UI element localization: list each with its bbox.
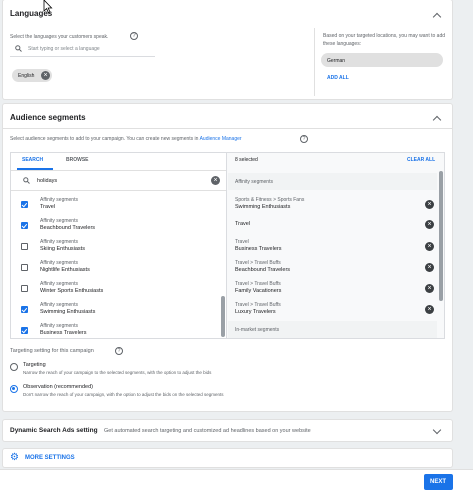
more-settings-card[interactable]: ⚙ MORE SETTINGS xyxy=(3,449,452,467)
result-category: Affinity segments xyxy=(40,239,78,245)
remove-segment-icon[interactable]: × xyxy=(425,263,434,272)
result-checkbox[interactable] xyxy=(21,306,28,313)
result-name: Travel xyxy=(40,204,56,210)
gear-icon: ⚙ xyxy=(10,452,19,463)
segment-search-input[interactable]: holidays xyxy=(37,178,57,184)
result-category: Affinity segments xyxy=(40,302,78,308)
result-checkbox[interactable] xyxy=(21,285,28,292)
result-checkbox[interactable] xyxy=(21,222,28,229)
suggestion-hint: Based on your targeted locations, you ma… xyxy=(323,33,446,47)
selected-name: Travel xyxy=(235,221,251,227)
result-name: Business Travelers xyxy=(40,330,87,336)
targeting-label: Targeting setting for this campaign xyxy=(10,348,94,354)
help-icon[interactable]: ? xyxy=(300,135,308,143)
result-checkbox[interactable] xyxy=(21,201,28,208)
chip-remove-icon[interactable]: × xyxy=(41,71,50,80)
result-name: Beachbound Travelers xyxy=(40,225,96,231)
add-all-button[interactable]: ADD ALL xyxy=(327,75,349,81)
selected-path: Travel > Travel Buffs xyxy=(235,281,281,287)
selected-name: Luxury Travelers xyxy=(235,309,276,315)
language-search-input[interactable]: Start typing or select a language xyxy=(28,46,100,52)
audience-prompt: Select audience segments to add to your … xyxy=(10,136,242,142)
selected-count: 8 selected xyxy=(235,157,258,163)
selected-group-label: Affinity segments xyxy=(235,179,273,185)
tabs-divider xyxy=(11,170,226,171)
selected-path: Travel xyxy=(235,239,249,245)
search-divider xyxy=(11,190,226,191)
selected-name: Beachbound Travelers xyxy=(235,267,291,273)
result-scrollbar[interactable] xyxy=(221,296,225,337)
remove-segment-icon[interactable]: × xyxy=(425,220,434,229)
help-icon[interactable]: ? xyxy=(130,32,138,40)
more-settings-button[interactable]: MORE SETTINGS xyxy=(25,455,75,461)
result-checkbox[interactable] xyxy=(21,264,28,271)
clear-search-icon[interactable]: × xyxy=(211,176,220,185)
selected-name: Family Vacationers xyxy=(235,288,282,294)
footer-bar xyxy=(0,469,473,498)
languages-card: Languages Select the languages your cust… xyxy=(3,0,452,99)
languages-prompt: Select the languages your customers spea… xyxy=(10,34,109,40)
selected-group-label: In-market segments xyxy=(235,327,280,333)
dsa-card[interactable]: Dynamic Search Ads setting Get automated… xyxy=(3,420,452,441)
remove-segment-icon[interactable]: × xyxy=(425,242,434,251)
tab-browse[interactable]: BROWSE xyxy=(66,157,89,163)
audience-title: Audience segments xyxy=(10,113,86,122)
remove-segment-icon[interactable]: × xyxy=(425,305,434,314)
tab-search[interactable]: SEARCH xyxy=(22,157,43,163)
result-name: Swimming Enthusiasts xyxy=(40,309,96,315)
observation-radio[interactable] xyxy=(10,385,18,393)
help-icon[interactable]: ? xyxy=(115,347,123,355)
remove-segment-icon[interactable]: × xyxy=(425,200,434,209)
clear-all-button[interactable]: CLEAR ALL xyxy=(407,157,435,163)
collapse-chevron-icon[interactable] xyxy=(432,115,442,125)
language-chip-label: English xyxy=(18,73,35,79)
suggested-language-label: German xyxy=(327,58,346,64)
result-category: Affinity segments xyxy=(40,218,78,224)
collapse-chevron-icon[interactable] xyxy=(432,12,442,22)
result-category: Affinity segments xyxy=(40,260,78,266)
observation-option-title: Observation (recommended) xyxy=(23,384,94,390)
observation-option-desc: Don't narrow the reach of your campaign,… xyxy=(23,392,224,397)
mouse-cursor-icon xyxy=(43,0,53,14)
result-name: Nightlife Enthusiasts xyxy=(40,267,90,273)
audience-segments-card: Audience segments Select audience segmen… xyxy=(3,104,452,411)
result-category: Affinity segments xyxy=(40,281,78,287)
selected-path: Travel > Travel Buffs xyxy=(235,302,281,308)
selected-name: Swimming Enthusiasts xyxy=(235,204,291,210)
dsa-title: Dynamic Search Ads setting xyxy=(10,427,98,434)
divider xyxy=(314,28,315,96)
search-icon xyxy=(15,45,22,52)
targeting-radio[interactable] xyxy=(10,363,18,371)
search-icon xyxy=(23,177,30,184)
remove-segment-icon[interactable]: × xyxy=(425,284,434,293)
result-name: Winter Sports Enthusiasts xyxy=(40,288,104,294)
targeting-option-title: Targeting xyxy=(23,362,46,368)
result-category: Affinity segments xyxy=(40,323,78,329)
result-checkbox[interactable] xyxy=(21,327,28,334)
result-category: Affinity segments xyxy=(40,197,78,203)
selected-name: Business Travelers xyxy=(235,246,282,252)
search-underline xyxy=(10,56,155,57)
next-button-label: NEXT xyxy=(430,479,447,485)
selected-scrollbar[interactable] xyxy=(439,171,443,301)
targeting-option-desc: Narrow the reach of your campaign to the… xyxy=(23,370,212,375)
selected-path: Travel > Travel Buffs xyxy=(235,260,281,266)
audience-manager-link[interactable]: Audience Manager xyxy=(200,136,242,142)
audience-prompt-text: Select audience segments to add to your … xyxy=(10,136,199,142)
header-divider xyxy=(3,128,452,129)
selected-path: Sports & Fitness > Sports Fans xyxy=(235,197,305,203)
result-name: Skiing Enthusiasts xyxy=(40,246,85,252)
dsa-desc: Get automated search targeting and custo… xyxy=(104,428,311,434)
result-checkbox[interactable] xyxy=(21,243,28,250)
expand-chevron-icon[interactable] xyxy=(432,425,442,435)
